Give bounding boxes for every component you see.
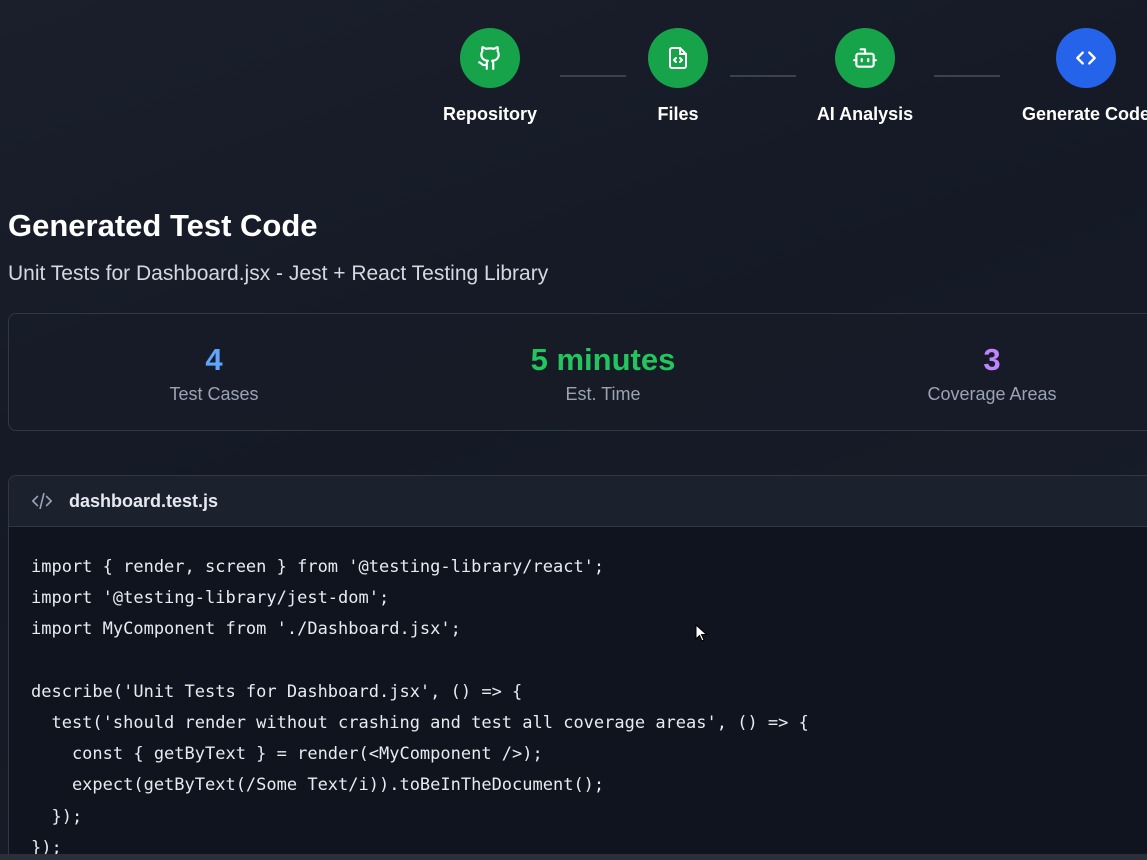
page: Repository Files AI Analysis Generate Co… bbox=[0, 0, 1147, 860]
progress-stepper: Repository Files AI Analysis Generate Co… bbox=[0, 0, 1147, 140]
code-header: dashboard.test.js bbox=[9, 476, 1147, 527]
code-filename: dashboard.test.js bbox=[69, 490, 219, 511]
code-icon bbox=[32, 492, 52, 510]
code-line: test('should render without crashing and… bbox=[31, 712, 809, 733]
stat-value: 5 minutes bbox=[530, 342, 676, 377]
step-circle bbox=[648, 28, 708, 88]
horizontal-scrollbar[interactable] bbox=[0, 854, 1147, 860]
code-line: }); bbox=[31, 806, 83, 827]
code-line: const { getByText } = render(<MyComponen… bbox=[31, 744, 543, 765]
step-files[interactable]: Files bbox=[578, 28, 778, 125]
stat-value: 3 bbox=[983, 342, 1001, 377]
mouse-cursor-icon bbox=[695, 624, 708, 642]
code-line: expect(getByText(/Some Text/i)).toBeInTh… bbox=[31, 775, 605, 796]
bot-icon bbox=[853, 48, 877, 68]
stat-test-cases: 4 Test Cases bbox=[64, 342, 364, 405]
code-line: import MyComponent from './Dashboard.jsx… bbox=[31, 619, 461, 640]
stat-est-time: 5 minutes Est. Time bbox=[453, 342, 753, 405]
step-circle bbox=[835, 28, 895, 88]
code-line: import '@testing-library/jest-dom'; bbox=[31, 588, 390, 609]
step-label: Repository bbox=[442, 104, 538, 124]
code-icon bbox=[1076, 51, 1096, 65]
stat-label: Est. Time bbox=[565, 384, 641, 404]
step-label: AI Analysis bbox=[816, 104, 914, 124]
stat-label: Test Cases bbox=[169, 384, 259, 404]
step-repository[interactable]: Repository bbox=[390, 28, 590, 125]
code-line: describe('Unit Tests for Dashboard.jsx',… bbox=[31, 681, 523, 702]
page-subtitle: Unit Tests for Dashboard.jsx - Jest + Re… bbox=[8, 262, 549, 285]
code-block[interactable]: import { render, screen } from '@testing… bbox=[9, 527, 1147, 860]
code-line: import { render, screen } from '@testing… bbox=[31, 557, 605, 577]
step-generate-code[interactable]: Generate Code bbox=[986, 28, 1147, 125]
step-circle bbox=[460, 28, 520, 88]
code-panel: dashboard.test.js import { render, scree… bbox=[8, 475, 1147, 860]
step-label: Generate Code bbox=[1021, 104, 1147, 124]
stat-label: Coverage Areas bbox=[927, 384, 1057, 404]
file-code-icon bbox=[669, 47, 687, 69]
stat-coverage-areas: 3 Coverage Areas bbox=[842, 342, 1142, 405]
step-ai-analysis[interactable]: AI Analysis bbox=[765, 28, 965, 125]
stats-card: 4 Test Cases 5 minutes Est. Time 3 Cover… bbox=[8, 313, 1147, 431]
github-icon bbox=[478, 46, 500, 70]
step-circle bbox=[1056, 28, 1116, 88]
step-label: Files bbox=[657, 104, 699, 124]
page-title: Generated Test Code bbox=[8, 208, 318, 243]
stat-value: 4 bbox=[205, 342, 223, 377]
